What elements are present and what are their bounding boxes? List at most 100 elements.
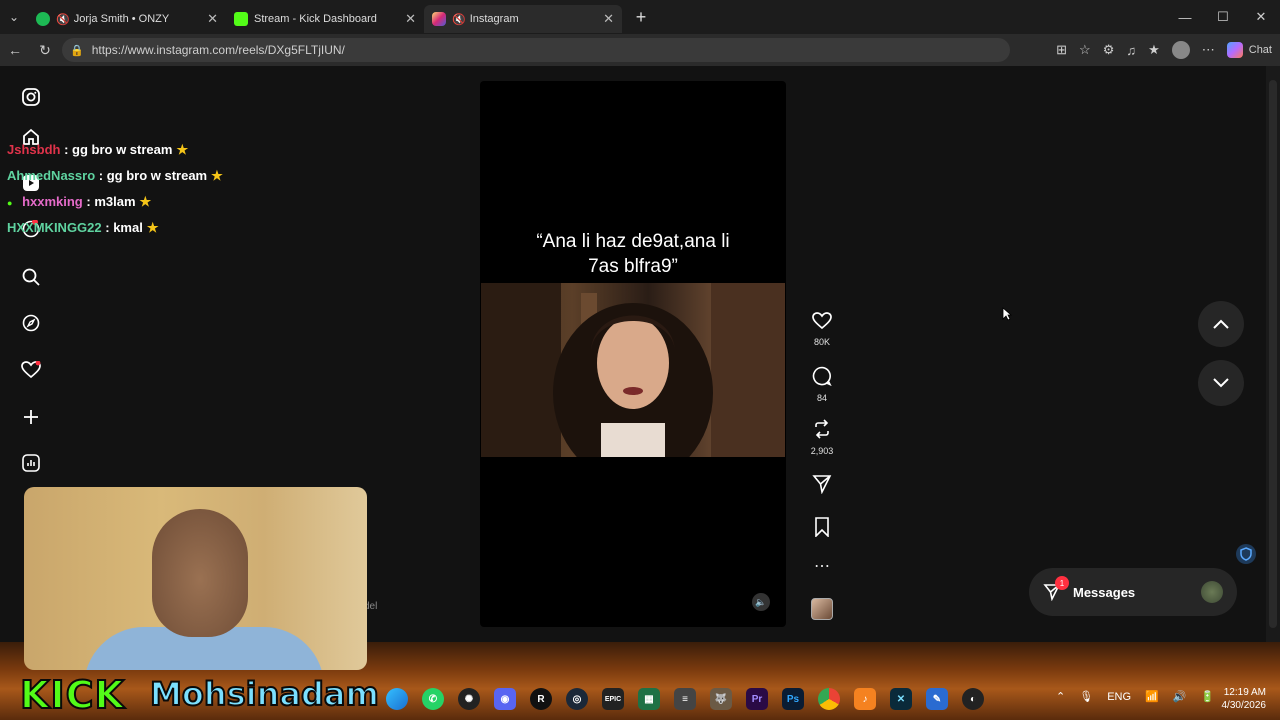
repost-icon[interactable] — [812, 419, 832, 439]
muted-speaker-icon[interactable]: 🔇 — [452, 13, 466, 26]
tab-instagram[interactable]: 🔇 Instagram ✕ — [424, 5, 622, 33]
favorites-icon[interactable]: ★ — [1148, 42, 1160, 58]
epic-games-icon[interactable]: EPIC — [602, 688, 624, 710]
reel-video[interactable]: “Ana li haz de9at,ana li 7as blfra9” 🔈 — [480, 81, 786, 627]
like-action[interactable]: 80K — [808, 312, 836, 347]
comment-icon[interactable] — [812, 366, 832, 387]
close-tab-icon[interactable]: ✕ — [405, 11, 416, 27]
share-send-icon[interactable] — [812, 474, 832, 495]
tab-spotify[interactable]: 🔇 Jorja Smith • ONZY ✕ — [28, 5, 226, 33]
obs-icon[interactable]: ◐ — [962, 688, 984, 710]
taskbar-clock[interactable]: 12:19 AM 4/30/2026 — [1222, 686, 1267, 712]
copilot-icon — [1226, 42, 1243, 58]
battery-icon[interactable]: 🔋 — [1200, 690, 1214, 703]
volume-icon[interactable]: 🔊 — [1173, 690, 1187, 703]
chat-username: AhmedNassro — [7, 168, 96, 183]
chat-username: hxxmking — [22, 194, 83, 209]
next-reel-button[interactable] — [1198, 360, 1244, 406]
caption-line-1: “Ana li haz de9at,ana li — [536, 231, 730, 252]
star-icon: ★ — [139, 194, 152, 209]
url-field[interactable]: 🔒 https://www.instagram.com/reels/DXg5FL… — [62, 38, 1010, 62]
more-options-action[interactable]: ⋯ — [808, 559, 836, 575]
chat-message: : gg bro w stream — [98, 168, 208, 183]
spreadsheet-icon[interactable]: ▦ — [638, 688, 660, 710]
microphone-icon[interactable]: 🎙 — [1079, 690, 1093, 703]
fl-studio-icon[interactable]: ♪ — [854, 688, 876, 710]
back-icon[interactable]: ← — [0, 42, 30, 58]
muted-speaker-icon[interactable]: 🔇 — [56, 13, 70, 26]
share-action[interactable] — [808, 474, 836, 499]
create-icon[interactable] — [18, 404, 44, 430]
favorite-star-icon[interactable]: ☆ — [1079, 42, 1091, 58]
close-tab-icon[interactable]: ✕ — [207, 11, 218, 27]
reel-caption: “Ana li haz de9at,ana li 7as blfra9” — [480, 229, 786, 279]
minimize-icon[interactable]: — — [1166, 0, 1204, 34]
caption-line-2: 7as blfra9” — [588, 256, 678, 277]
instagram-logo-icon[interactable] — [18, 84, 44, 110]
notifications-heart-icon[interactable] — [18, 357, 44, 383]
photoshop-icon[interactable]: Ps — [782, 688, 804, 710]
profile-avatar-icon[interactable] — [1171, 41, 1190, 59]
webcam-person — [152, 509, 248, 637]
mute-toggle-icon[interactable]: 🔈 — [752, 593, 770, 611]
window-controls: — ☐ ✕ — [1166, 0, 1280, 34]
media-control-icon[interactable]: ♫ — [1126, 43, 1136, 58]
repost-action[interactable]: 2,903 — [808, 419, 836, 456]
chat-line: ● hxxmking : m3lam ★ — [7, 194, 151, 210]
gimp-icon[interactable]: 🐺 — [710, 688, 732, 710]
copilot-chat-button[interactable]: Chat — [1226, 42, 1272, 58]
messages-button[interactable]: 1 Messages — [1029, 568, 1237, 616]
close-tab-icon[interactable]: ✕ — [603, 11, 614, 27]
extensions-icon[interactable]: ⚙ — [1103, 42, 1115, 58]
instagram-icon — [432, 12, 446, 26]
messages-label: Messages — [1073, 584, 1136, 600]
capcut-icon[interactable]: ✕ — [890, 688, 912, 710]
edge-icon[interactable] — [386, 688, 408, 710]
new-tab-button[interactable]: + — [628, 4, 654, 30]
audio-thumbnail[interactable] — [808, 598, 836, 620]
editor-icon[interactable]: ✎ — [926, 688, 948, 710]
split-screen-icon[interactable]: ⊞ — [1056, 42, 1067, 58]
explore-icon[interactable] — [18, 310, 44, 336]
page-scrollbar[interactable] — [1266, 66, 1280, 642]
site-info-icon[interactable]: 🔒 — [70, 44, 84, 57]
save-action[interactable] — [808, 517, 836, 542]
comment-action[interactable]: 84 — [808, 366, 836, 403]
rockstar-icon[interactable]: R — [530, 688, 552, 710]
close-window-icon[interactable]: ✕ — [1242, 0, 1280, 34]
premiere-icon[interactable]: Pr — [746, 688, 768, 710]
whatsapp-icon[interactable]: ✆ — [422, 688, 444, 710]
reel-photo — [481, 283, 785, 457]
chat-line: AhmedNassro : gg bro w stream ★ — [7, 168, 223, 184]
tab-kick-dashboard[interactable]: Stream - Kick Dashboard ✕ — [226, 5, 424, 33]
tab-title: Jorja Smith • ONZY — [73, 13, 170, 25]
tab-actions-menu-icon[interactable]: ⌄ — [0, 0, 28, 34]
dashboard-icon[interactable] — [18, 450, 44, 476]
wifi-icon[interactable]: 📶 — [1145, 690, 1159, 703]
previous-reel-button[interactable] — [1198, 301, 1244, 347]
audio-thumbnail-image[interactable] — [811, 598, 833, 620]
search-icon[interactable] — [18, 264, 44, 290]
tray-overflow-icon[interactable]: ⌃ — [1056, 690, 1065, 703]
maximize-icon[interactable]: ☐ — [1204, 0, 1242, 34]
system-tray: ⌃ 🎙 ENG 📶 🔊 🔋 — [1056, 690, 1214, 704]
chrome-icon[interactable] — [818, 688, 840, 710]
discord-icon[interactable]: ◉ — [494, 688, 516, 710]
steam-icon[interactable]: ◎ — [566, 688, 588, 710]
chatgpt-icon[interactable]: ✺ — [458, 688, 480, 710]
webcam-overlay — [24, 487, 367, 670]
more-options-icon[interactable]: ⋯ — [1202, 42, 1215, 58]
refresh-icon[interactable]: ↻ — [30, 42, 60, 59]
like-count: 80K — [813, 337, 830, 347]
clock-date: 4/30/2026 — [1221, 700, 1267, 711]
like-heart-icon[interactable] — [812, 312, 832, 330]
files-icon[interactable]: ≡ — [674, 688, 696, 710]
scrollbar-thumb[interactable] — [1269, 80, 1277, 628]
shield-extension-icon[interactable] — [1236, 544, 1256, 564]
bookmark-icon[interactable] — [813, 517, 831, 538]
language-indicator[interactable]: ENG — [1107, 691, 1131, 703]
chevron-down-icon — [1213, 378, 1229, 388]
chat-line: Jshsbdh : gg bro w stream ★ — [7, 142, 188, 158]
more-dots-icon[interactable]: ⋯ — [814, 558, 830, 575]
chat-username: HXXMKINGG22 — [7, 220, 102, 235]
